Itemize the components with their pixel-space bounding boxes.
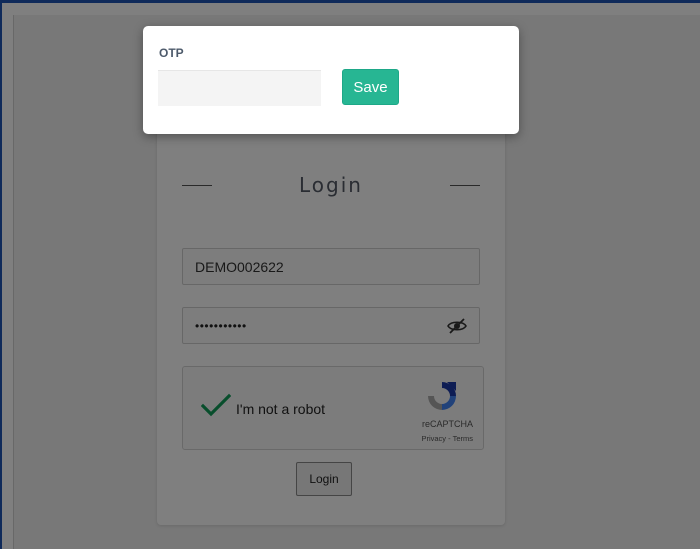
save-button[interactable]: Save (342, 69, 399, 105)
otp-input[interactable] (158, 70, 321, 106)
otp-label: OTP (159, 46, 184, 60)
otp-modal: OTP Save (143, 26, 519, 134)
